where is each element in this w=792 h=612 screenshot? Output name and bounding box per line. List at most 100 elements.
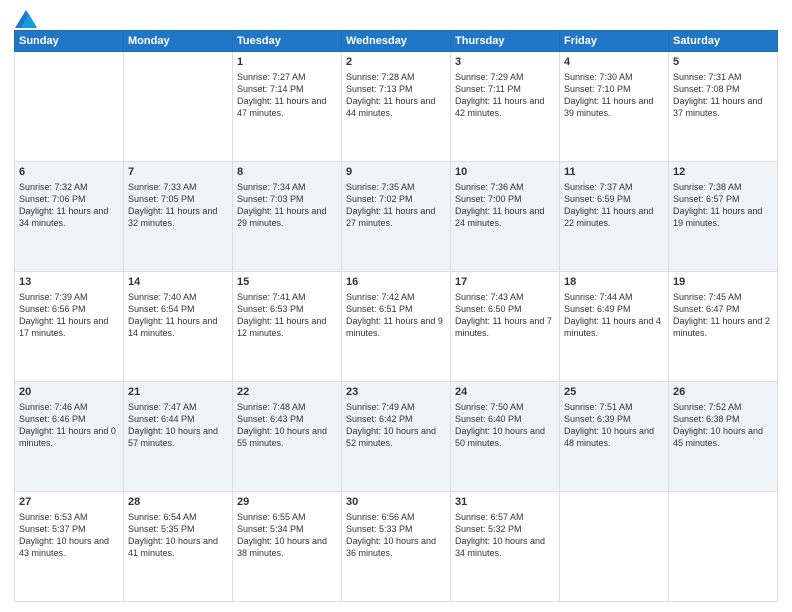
day-info-line: Daylight: 10 hours and 50 minutes.: [455, 425, 555, 449]
day-number: 11: [564, 165, 664, 180]
day-info-line: Sunset: 6:50 PM: [455, 303, 555, 315]
day-info-line: Sunset: 7:11 PM: [455, 83, 555, 95]
day-info-line: Sunset: 5:33 PM: [346, 523, 446, 535]
day-info-line: Sunset: 6:51 PM: [346, 303, 446, 315]
day-info-line: Sunset: 5:32 PM: [455, 523, 555, 535]
header: [14, 10, 778, 24]
day-info-line: Sunrise: 7:51 AM: [564, 401, 664, 413]
day-info-line: Daylight: 11 hours and 14 minutes.: [128, 315, 228, 339]
calendar-day-cell: [560, 492, 669, 602]
day-info-line: Daylight: 11 hours and 4 minutes.: [564, 315, 664, 339]
day-info-line: Sunset: 5:34 PM: [237, 523, 337, 535]
calendar-day-cell: 6Sunrise: 7:32 AMSunset: 7:06 PMDaylight…: [15, 162, 124, 272]
day-info-line: Daylight: 10 hours and 45 minutes.: [673, 425, 773, 449]
calendar-day-cell: 23Sunrise: 7:49 AMSunset: 6:42 PMDayligh…: [342, 382, 451, 492]
day-info-line: Daylight: 11 hours and 32 minutes.: [128, 205, 228, 229]
day-number: 6: [19, 165, 119, 180]
day-info-line: Sunrise: 7:32 AM: [19, 181, 119, 193]
day-info-line: Sunset: 6:56 PM: [19, 303, 119, 315]
day-info-line: Sunset: 7:06 PM: [19, 193, 119, 205]
day-info-line: Daylight: 11 hours and 19 minutes.: [673, 205, 773, 229]
day-info-line: Sunset: 6:38 PM: [673, 413, 773, 425]
day-info-line: Sunset: 7:05 PM: [128, 193, 228, 205]
calendar-day-header: Tuesday: [233, 31, 342, 52]
logo-icon: [15, 10, 37, 28]
day-info-line: Daylight: 11 hours and 27 minutes.: [346, 205, 446, 229]
calendar-day-cell: 8Sunrise: 7:34 AMSunset: 7:03 PMDaylight…: [233, 162, 342, 272]
day-info-line: Daylight: 11 hours and 22 minutes.: [564, 205, 664, 229]
day-number: 28: [128, 495, 228, 510]
day-info-line: Sunrise: 7:33 AM: [128, 181, 228, 193]
day-info-line: Sunrise: 7:29 AM: [455, 71, 555, 83]
day-info-line: Sunrise: 7:40 AM: [128, 291, 228, 303]
day-info-line: Sunrise: 7:31 AM: [673, 71, 773, 83]
day-number: 30: [346, 495, 446, 510]
calendar-day-cell: 19Sunrise: 7:45 AMSunset: 6:47 PMDayligh…: [669, 272, 778, 382]
day-info-line: Sunset: 7:14 PM: [237, 83, 337, 95]
calendar-day-cell: 3Sunrise: 7:29 AMSunset: 7:11 PMDaylight…: [451, 52, 560, 162]
day-info-line: Sunset: 6:57 PM: [673, 193, 773, 205]
day-info-line: Daylight: 10 hours and 38 minutes.: [237, 535, 337, 559]
day-number: 17: [455, 275, 555, 290]
calendar-day-cell: 2Sunrise: 7:28 AMSunset: 7:13 PMDaylight…: [342, 52, 451, 162]
day-info-line: Daylight: 10 hours and 41 minutes.: [128, 535, 228, 559]
calendar-day-cell: 20Sunrise: 7:46 AMSunset: 6:46 PMDayligh…: [15, 382, 124, 492]
day-info-line: Sunrise: 7:35 AM: [346, 181, 446, 193]
day-info-line: Sunrise: 6:55 AM: [237, 511, 337, 523]
day-info-line: Sunrise: 7:46 AM: [19, 401, 119, 413]
day-info-line: Daylight: 10 hours and 57 minutes.: [128, 425, 228, 449]
day-info-line: Daylight: 11 hours and 0 minutes.: [19, 425, 119, 449]
calendar-day-cell: 11Sunrise: 7:37 AMSunset: 6:59 PMDayligh…: [560, 162, 669, 272]
day-info-line: Daylight: 11 hours and 9 minutes.: [346, 315, 446, 339]
calendar-day-cell: 27Sunrise: 6:53 AMSunset: 5:37 PMDayligh…: [15, 492, 124, 602]
day-number: 25: [564, 385, 664, 400]
calendar-day-cell: 1Sunrise: 7:27 AMSunset: 7:14 PMDaylight…: [233, 52, 342, 162]
day-info-line: Daylight: 11 hours and 44 minutes.: [346, 95, 446, 119]
calendar-header-row: SundayMondayTuesdayWednesdayThursdayFrid…: [15, 31, 778, 52]
calendar-day-cell: 24Sunrise: 7:50 AMSunset: 6:40 PMDayligh…: [451, 382, 560, 492]
calendar-day-cell: 10Sunrise: 7:36 AMSunset: 7:00 PMDayligh…: [451, 162, 560, 272]
day-number: 18: [564, 275, 664, 290]
day-info-line: Daylight: 10 hours and 34 minutes.: [455, 535, 555, 559]
day-info-line: Sunset: 6:46 PM: [19, 413, 119, 425]
day-number: 31: [455, 495, 555, 510]
day-info-line: Sunset: 7:10 PM: [564, 83, 664, 95]
day-info-line: Daylight: 10 hours and 36 minutes.: [346, 535, 446, 559]
calendar-day-cell: [124, 52, 233, 162]
calendar-day-cell: 22Sunrise: 7:48 AMSunset: 6:43 PMDayligh…: [233, 382, 342, 492]
calendar-day-cell: 31Sunrise: 6:57 AMSunset: 5:32 PMDayligh…: [451, 492, 560, 602]
day-number: 13: [19, 275, 119, 290]
day-info-line: Sunset: 6:39 PM: [564, 413, 664, 425]
day-number: 16: [346, 275, 446, 290]
day-number: 8: [237, 165, 337, 180]
calendar-day-cell: 26Sunrise: 7:52 AMSunset: 6:38 PMDayligh…: [669, 382, 778, 492]
calendar-day-cell: 15Sunrise: 7:41 AMSunset: 6:53 PMDayligh…: [233, 272, 342, 382]
day-number: 1: [237, 55, 337, 70]
calendar-day-cell: 12Sunrise: 7:38 AMSunset: 6:57 PMDayligh…: [669, 162, 778, 272]
day-info-line: Sunrise: 7:50 AM: [455, 401, 555, 413]
calendar-week-row: 6Sunrise: 7:32 AMSunset: 7:06 PM Daylight…: [15, 162, 778, 272]
calendar-day-cell: [15, 52, 124, 162]
day-info-line: Daylight: 10 hours and 48 minutes.: [564, 425, 664, 449]
day-info-line: Daylight: 11 hours and 2 minutes.: [673, 315, 773, 339]
day-number: 4: [564, 55, 664, 70]
day-info-line: Sunrise: 7:30 AM: [564, 71, 664, 83]
page: SundayMondayTuesdayWednesdayThursdayFrid…: [0, 0, 792, 612]
day-info-line: Sunset: 7:13 PM: [346, 83, 446, 95]
day-info-line: Sunset: 6:43 PM: [237, 413, 337, 425]
day-info-line: Sunset: 6:53 PM: [237, 303, 337, 315]
day-info-line: Sunrise: 7:44 AM: [564, 291, 664, 303]
calendar-day-cell: 14Sunrise: 7:40 AMSunset: 6:54 PMDayligh…: [124, 272, 233, 382]
day-info-line: Daylight: 11 hours and 7 minutes.: [455, 315, 555, 339]
day-number: 22: [237, 385, 337, 400]
calendar-day-cell: 17Sunrise: 7:43 AMSunset: 6:50 PMDayligh…: [451, 272, 560, 382]
day-number: 15: [237, 275, 337, 290]
day-number: 9: [346, 165, 446, 180]
day-info-line: Daylight: 10 hours and 55 minutes.: [237, 425, 337, 449]
calendar-day-cell: 28Sunrise: 6:54 AMSunset: 5:35 PMDayligh…: [124, 492, 233, 602]
day-info-line: Sunset: 6:44 PM: [128, 413, 228, 425]
day-info-line: Sunrise: 7:38 AM: [673, 181, 773, 193]
day-info-line: Sunrise: 6:54 AM: [128, 511, 228, 523]
day-info-line: Sunset: 7:03 PM: [237, 193, 337, 205]
day-info-line: Sunset: 6:54 PM: [128, 303, 228, 315]
